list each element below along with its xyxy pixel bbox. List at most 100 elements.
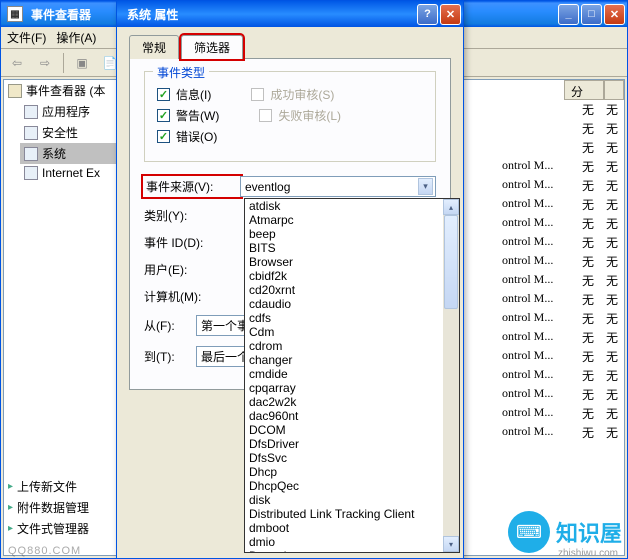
list-cell[interactable]: 无 — [576, 385, 600, 404]
menu-file[interactable]: 文件(F) — [7, 29, 46, 46]
list-cell[interactable]: ontrol M... — [496, 233, 576, 252]
list-cell[interactable]: 无 — [600, 176, 624, 195]
check-error[interactable]: ✓错误(O) — [157, 128, 217, 145]
list-cell[interactable]: ontrol M... — [496, 309, 576, 328]
list-cell[interactable]: ontrol M... — [496, 423, 576, 442]
dropdown-option[interactable]: disk — [245, 493, 459, 507]
dropdown-option[interactable]: DfsDriver — [245, 437, 459, 451]
list-cell[interactable]: ontrol M... — [496, 176, 576, 195]
list-cell[interactable]: ontrol M... — [496, 328, 576, 347]
scroll-thumb[interactable] — [444, 215, 458, 309]
list-cell[interactable]: ontrol M... — [496, 157, 576, 176]
dropdown-option[interactable]: dmio — [245, 535, 459, 549]
list-cell[interactable]: 无 — [576, 366, 600, 385]
list-cell[interactable]: ontrol M... — [496, 252, 576, 271]
list-cell[interactable]: 无 — [600, 214, 624, 233]
list-cell[interactable]: 无 — [600, 252, 624, 271]
list-cell[interactable]: 无 — [600, 233, 624, 252]
dropdown-option[interactable]: Distributed Link Tracking Client — [245, 507, 459, 521]
dropdown-option[interactable]: dmboot — [245, 521, 459, 535]
dialog-title-bar[interactable]: 系统 属性 ? ✕ — [117, 1, 463, 27]
side-link-attachments[interactable]: ▸附件数据管理 — [8, 497, 89, 518]
list-cell[interactable]: 无 — [600, 157, 624, 176]
list-cell[interactable]: 无 — [600, 309, 624, 328]
tab-filter[interactable]: 筛选器 — [181, 35, 243, 59]
list-cell[interactable]: 无 — [600, 366, 624, 385]
list-cell[interactable] — [496, 119, 576, 138]
scroll-down-icon[interactable]: ▾ — [443, 536, 459, 552]
dropdown-option[interactable]: cdaudio — [245, 297, 459, 311]
check-info[interactable]: ✓信息(I) — [157, 86, 211, 103]
tab-general[interactable]: 常规 — [129, 35, 179, 59]
dropdown-option[interactable]: DhcpQec — [245, 479, 459, 493]
list-cell[interactable]: ontrol M... — [496, 214, 576, 233]
dropdown-option[interactable]: Atmarpc — [245, 213, 459, 227]
tree-item-system[interactable]: 系统 — [20, 143, 124, 164]
list-cell[interactable]: 无 — [576, 138, 600, 157]
list-cell[interactable]: 无 — [576, 328, 600, 347]
tree-root[interactable]: 事件查看器 (本 — [4, 80, 124, 101]
dropdown-option[interactable]: DfsSvc — [245, 451, 459, 465]
dropdown-option[interactable]: atdisk — [245, 199, 459, 213]
list-cell[interactable]: 无 — [600, 290, 624, 309]
chevron-down-icon[interactable]: ▾ — [418, 178, 433, 195]
list-cell[interactable]: 无 — [600, 423, 624, 442]
list-cell[interactable]: 无 — [576, 271, 600, 290]
list-cell[interactable]: ontrol M... — [496, 366, 576, 385]
menu-action[interactable]: 操作(A) — [56, 29, 96, 46]
tree-item-ie[interactable]: Internet Ex — [20, 164, 124, 182]
list-cell[interactable]: 无 — [576, 347, 600, 366]
minimize-button[interactable]: _ — [558, 4, 579, 25]
scroll-up-icon[interactable]: ▴ — [443, 199, 459, 215]
dropdown-option[interactable]: DCOM — [245, 423, 459, 437]
list-cell[interactable]: ontrol M... — [496, 347, 576, 366]
check-failure-audit[interactable]: 失败审核(L) — [259, 107, 341, 124]
tree-item-security[interactable]: 安全性 — [20, 122, 124, 143]
list-cell[interactable] — [496, 100, 576, 119]
list-cell[interactable]: 无 — [576, 119, 600, 138]
event-source-dropdown[interactable]: atdiskAtmarpcbeepBITSBrowsercbidf2kcd20x… — [244, 198, 460, 553]
dropdown-option[interactable]: cpqarray — [245, 381, 459, 395]
list-cell[interactable]: 无 — [600, 404, 624, 423]
dialog-help-button[interactable]: ? — [417, 4, 438, 25]
check-success-audit[interactable]: 成功审核(S) — [251, 86, 334, 103]
list-cell[interactable]: 无 — [576, 290, 600, 309]
list-cell[interactable]: 无 — [576, 423, 600, 442]
list-cell[interactable]: 无 — [600, 328, 624, 347]
list-cell[interactable]: ontrol M... — [496, 195, 576, 214]
list-cell[interactable]: 无 — [576, 214, 600, 233]
list-cell[interactable] — [496, 138, 576, 157]
list-cell[interactable]: 无 — [600, 385, 624, 404]
maximize-button[interactable]: □ — [581, 4, 602, 25]
dropdown-option[interactable]: beep — [245, 227, 459, 241]
list-cell[interactable]: 无 — [600, 195, 624, 214]
list-cell[interactable]: ontrol M... — [496, 385, 576, 404]
dropdown-option[interactable]: cdfs — [245, 311, 459, 325]
list-cell[interactable]: 无 — [600, 347, 624, 366]
list-cell[interactable]: 无 — [576, 176, 600, 195]
list-cell[interactable]: 无 — [576, 100, 600, 119]
dropdown-option[interactable]: cbidf2k — [245, 269, 459, 283]
list-cell[interactable]: 无 — [576, 252, 600, 271]
dropdown-option[interactable]: Dnsapi — [245, 549, 459, 553]
list-cell[interactable]: 无 — [576, 233, 600, 252]
list-cell[interactable]: 无 — [576, 309, 600, 328]
dialog-close-button[interactable]: ✕ — [440, 4, 461, 25]
dropdown-scrollbar[interactable]: ▴ ▾ — [443, 199, 459, 552]
list-cell[interactable]: 无 — [576, 195, 600, 214]
event-source-select[interactable]: eventlog ▾ — [240, 176, 436, 197]
check-warning[interactable]: ✓警告(W) — [157, 107, 219, 124]
dropdown-option[interactable]: cd20xrnt — [245, 283, 459, 297]
dropdown-option[interactable]: dac2w2k — [245, 395, 459, 409]
col-header-2[interactable] — [604, 80, 624, 100]
tree-item-application[interactable]: 应用程序 — [20, 101, 124, 122]
close-button[interactable]: ✕ — [604, 4, 625, 25]
list-cell[interactable]: 无 — [576, 157, 600, 176]
list-cell[interactable]: ontrol M... — [496, 290, 576, 309]
side-link-filemgr[interactable]: ▸文件式管理器 — [8, 518, 89, 539]
list-cell[interactable]: 无 — [600, 271, 624, 290]
dropdown-option[interactable]: cmdide — [245, 367, 459, 381]
side-link-upload[interactable]: ▸上传新文件 — [8, 476, 89, 497]
list-cell[interactable]: ontrol M... — [496, 404, 576, 423]
dropdown-option[interactable]: BITS — [245, 241, 459, 255]
